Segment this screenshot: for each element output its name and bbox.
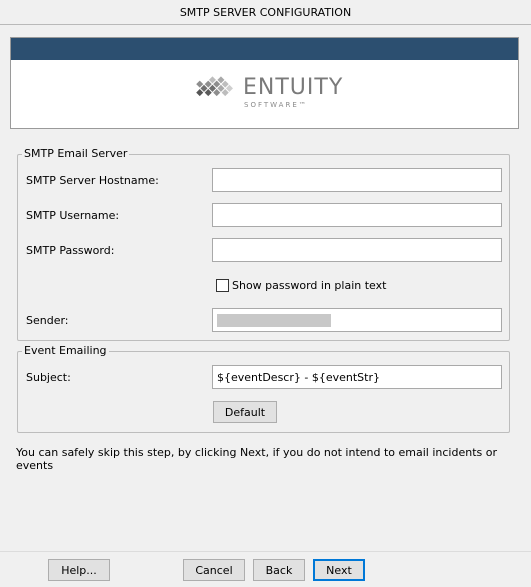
subject-input[interactable]	[212, 365, 502, 389]
banner-strip	[11, 38, 518, 60]
subject-label: Subject:	[26, 371, 71, 384]
show-password-label[interactable]: Show password in plain text	[232, 279, 386, 292]
smtp-username-input[interactable]	[212, 203, 502, 227]
default-button[interactable]: Default	[213, 401, 277, 423]
brand-banner: ENTUITY SOFTWARE™	[10, 37, 519, 129]
cancel-button[interactable]: Cancel	[183, 559, 245, 581]
help-button[interactable]: Help...	[48, 559, 110, 581]
username-label: SMTP Username:	[26, 209, 120, 222]
smtp-group-legend: SMTP Email Server	[22, 147, 130, 160]
entuity-logo: ENTUITY SOFTWARE™	[193, 74, 353, 114]
window-title: SMTP SERVER CONFIGURATION	[179, 5, 352, 19]
event-group-legend: Event Emailing	[22, 344, 109, 357]
next-button[interactable]: Next	[313, 559, 365, 581]
sender-label: Sender:	[26, 314, 69, 327]
skip-info-text: You can safely skip this step, by clicki…	[16, 446, 498, 472]
smtp-password-input[interactable]	[212, 238, 502, 262]
window-title-bar: SMTP SERVER CONFIGURATION	[0, 0, 531, 25]
password-label: SMTP Password:	[26, 244, 115, 257]
smtp-hostname-input[interactable]	[212, 168, 502, 192]
show-password-checkbox[interactable]	[216, 279, 229, 292]
footer-divider	[0, 551, 531, 552]
brand-subtitle: SOFTWARE™	[244, 101, 308, 109]
back-button[interactable]: Back	[253, 559, 305, 581]
sender-input[interactable]	[212, 308, 502, 332]
brand-name: ENTUITY	[243, 75, 344, 100]
hostname-label: SMTP Server Hostname:	[26, 174, 159, 187]
sender-redacted-value	[217, 314, 331, 327]
entuity-logo-mark-icon	[196, 76, 233, 97]
